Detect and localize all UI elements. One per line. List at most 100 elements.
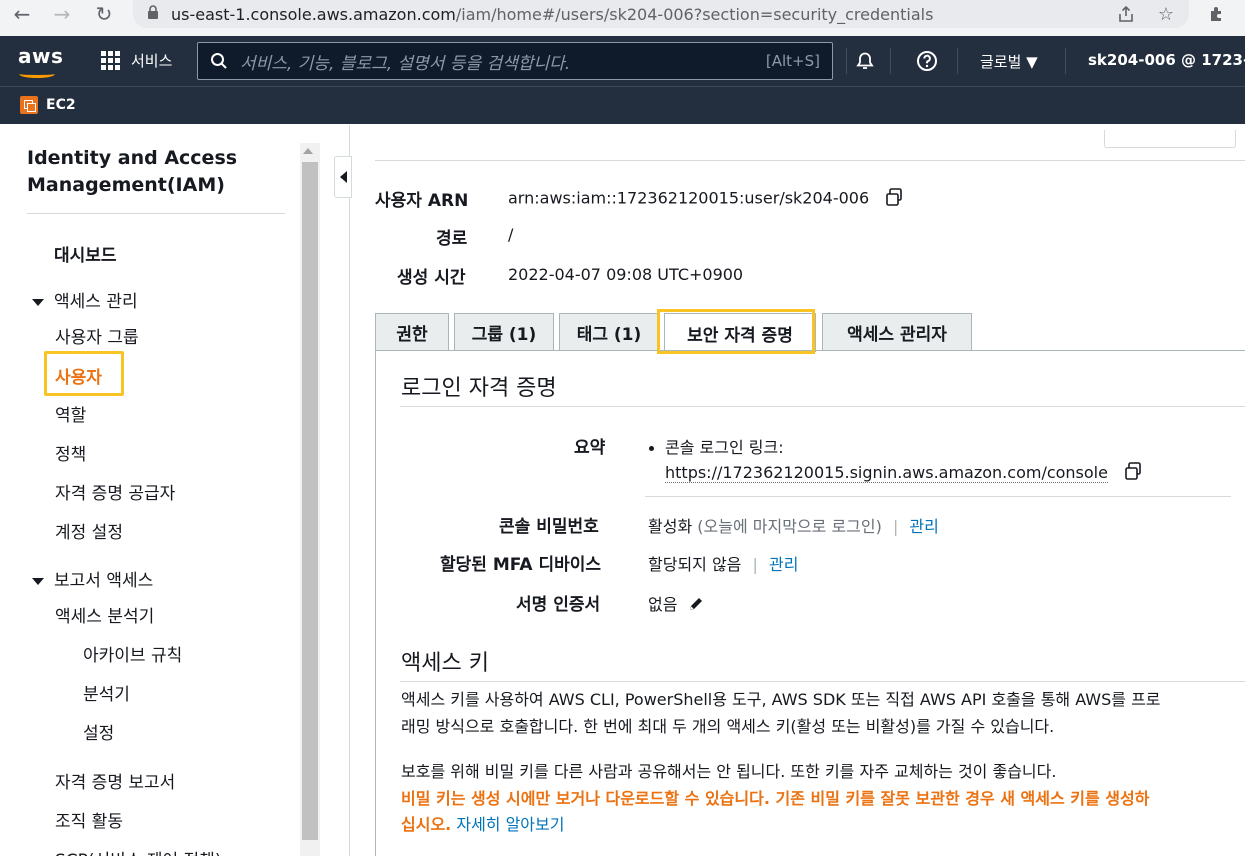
creation-time-value: 2022-04-07 09:08 UTC+0900 [508,265,744,284]
sidebar-item-archive-rules[interactable]: 아카이브 규칙 [83,641,182,666]
aws-logo[interactable]: aws [18,44,63,68]
separator: | [752,555,758,574]
user-arn-label: 사용자 ARN [375,191,469,211]
secret-key-warning-line-2: 십시오. 자세히 알아보기 [401,811,564,838]
mfa-device-value: 할당되지 않음 | 관리 [648,551,798,575]
separator: | [892,517,899,536]
sidebar-title[interactable]: Identity and Access Management(IAM) [27,145,287,199]
sidebar-section-access-reports[interactable]: 보고서 액세스 [32,566,153,591]
url-path: /iam/home#/users/sk204-006?section=secur… [455,4,934,24]
services-grid-icon [101,50,121,71]
pencil-edit-icon[interactable] [687,595,705,617]
scroll-up-arrow-icon[interactable] [303,148,313,154]
sidebar-item-analyzer-settings[interactable]: 설정 [83,719,114,744]
sidebar-item-access-analyzer[interactable]: 액세스 분석기 [55,602,154,627]
sidebar-item-dashboard[interactable]: 대시보드 [54,241,117,266]
console-search-input[interactable]: 서비스, 기능, 블로그, 설명서 등을 검색합니다. [Alt+S] [197,42,833,80]
console-password-status: 활성화 [648,517,693,536]
favorites-bar: EC2 [0,86,1245,124]
caret-down-icon [32,577,44,585]
copy-icon[interactable] [1123,461,1143,485]
secret-key-warning-end: 십시오. [401,815,452,834]
header-divider [957,48,958,74]
console-signin-link[interactable]: https://172362120015.signin.aws.amazon.c… [665,461,1143,485]
sidebar-item-identity-providers[interactable]: 자격 증명 공급자 [55,479,175,504]
favorite-ec2-label: EC2 [46,97,76,113]
browser-toolbar: ← → ↻ us-east-1.console.aws.amazon.com/i… [0,0,1245,36]
access-keys-description-line-1: 액세스 키를 사용하여 AWS CLI, PowerShell용 도구, AWS… [401,690,1161,709]
content-border [375,350,376,856]
manage-console-password-link[interactable]: 관리 [909,517,938,536]
section-divider [400,406,1245,407]
tab-permissions[interactable]: 권한 [375,313,449,351]
sidebar-item-organization-activity[interactable]: 조직 활동 [55,807,123,832]
console-password-value: 활성화 (오늘에 마지막으로 로그인) | 관리 [648,513,939,537]
search-shortcut: [Alt+S] [765,52,820,70]
header-divider [1065,48,1066,74]
summary-label: 요약 [574,438,606,458]
sidebar-item-credential-report[interactable]: 자격 증명 보고서 [55,768,175,793]
tab-groups[interactable]: 그룹 (1) [454,313,554,351]
services-menu[interactable]: 서비스 [101,50,172,71]
bookmark-star-icon[interactable]: ☆ [1152,2,1180,26]
search-icon [210,52,228,70]
console-signin-url[interactable]: https://172362120015.signin.aws.amazon.c… [665,462,1108,483]
sidebar-scroll-thumb[interactable] [302,162,318,840]
address-bar[interactable]: us-east-1.console.aws.amazon.com/iam/hom… [133,0,1189,28]
forward-icon[interactable]: → [44,0,80,28]
iam-sidebar: Identity and Access Management(IAM) 대시보드… [0,125,300,856]
user-arn-value: arn:aws:iam::172362120015:user/sk204-006 [508,187,904,211]
help-icon[interactable] [915,49,939,73]
top-action-button[interactable] [1104,130,1236,148]
sidebar-item-policies[interactable]: 정책 [55,440,86,465]
secret-key-advice: 보호를 위해 비밀 키를 다른 사람과 공유해서는 안 됩니다. 또한 키를 자… [401,762,1057,781]
aws-logo-smile [19,70,55,78]
access-keys-description-line-2: 래밍 방식으로 호출합니다. 한 번에 최대 두 개의 액세스 키(활성 또는 … [401,717,1055,736]
summary-top-divider [375,160,1245,161]
sidebar-item-account-settings[interactable]: 계정 설정 [55,518,123,543]
caret-down-icon [32,298,44,306]
account-menu[interactable]: sk204-006 @ 1723-62 [1088,51,1245,69]
manage-mfa-link[interactable]: 관리 [769,555,798,574]
extensions-icon[interactable] [1203,2,1231,26]
sidebar-divider [27,213,285,214]
share-icon[interactable] [1112,2,1140,26]
secret-key-warning-line-1: 비밀 키는 생성 시에만 보거나 다운로드할 수 있습니다. 기존 비밀 키를 … [401,789,1150,808]
services-label: 서비스 [131,52,173,70]
copy-icon[interactable] [884,187,904,211]
notifications-bell-icon[interactable] [853,49,877,73]
region-selector[interactable]: 글로벌 ▼ [980,51,1038,72]
sidebar-section-label: 액세스 관리 [54,292,138,312]
panel-divider [349,125,350,856]
favorite-ec2[interactable]: EC2 [20,96,76,114]
sidebar-section-access-management[interactable]: 액세스 관리 [32,287,138,312]
sidebar-item-analyzers[interactable]: 분석기 [83,680,130,705]
bullet [649,446,654,451]
reload-icon[interactable]: ↻ [86,0,122,28]
url-host: us-east-1.console.aws.amazon.com [171,4,456,24]
tab-access-advisor[interactable]: 액세스 관리자 [822,313,972,351]
console-password-note: (오늘에 마지막으로 로그인) [697,517,882,536]
caret-left-icon [339,171,347,183]
console-password-label: 콘솔 비밀번호 [499,517,599,537]
sidebar-item-roles[interactable]: 역할 [55,401,86,426]
user-arn-text: arn:aws:iam::172362120015:user/sk204-006 [508,188,870,208]
collapse-sidebar-button[interactable] [334,156,352,198]
path-label: 경로 [436,229,468,249]
back-icon[interactable]: ← [4,0,40,28]
header-divider [890,48,891,74]
tab-highlight-box [657,309,815,354]
sidebar-item-user-groups[interactable]: 사용자 그룹 [55,323,139,348]
sidebar-item-scp[interactable]: SCP(서비스 제어 정책) [55,846,221,856]
access-keys-title: 액세스 키 [401,651,489,676]
signing-certificate-label: 서명 인증서 [516,595,601,615]
creation-time-label: 생성 시간 [397,268,466,288]
tab-tags[interactable]: 태그 (1) [559,313,659,351]
section-divider [400,681,1245,682]
console-link-label: 콘솔 로그인 링크: [665,438,784,457]
users-highlight-box [44,351,124,396]
ec2-service-icon [20,96,38,114]
signing-certificate-status: 없음 [648,595,678,614]
learn-more-link[interactable]: 자세히 알아보기 [456,815,564,834]
section-divider [645,496,1231,497]
